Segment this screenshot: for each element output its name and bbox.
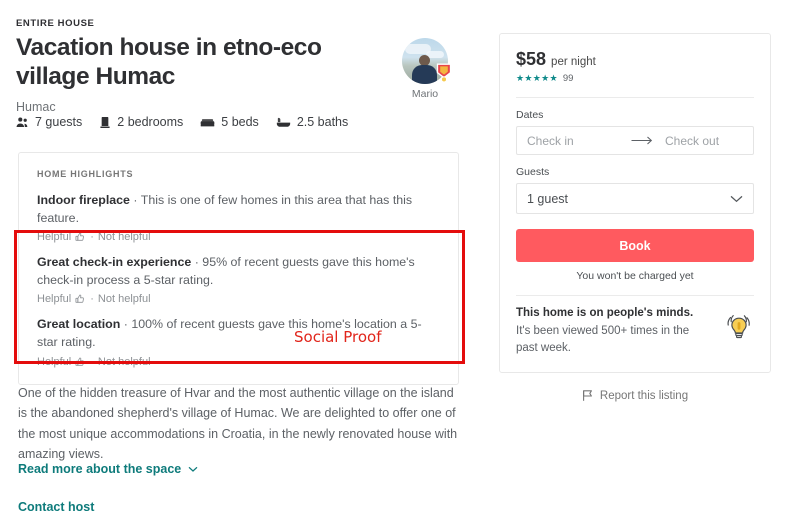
dates-label: Dates: [516, 109, 544, 121]
highlight-text: Great check-in experience · 95% of recen…: [37, 254, 440, 289]
fact-beds: 5 beds: [200, 115, 259, 129]
fact-label: 2.5 baths: [296, 115, 349, 129]
book-button[interactable]: Book: [516, 229, 754, 262]
guests-label: Guests: [516, 166, 550, 178]
highlight-item: Great check-in experience · 95% of recen…: [37, 254, 440, 305]
highlight-feedback: Helpful · Not helpful: [37, 356, 440, 368]
guests-icon: [16, 116, 29, 129]
booking-card: $58 per night ★★★★★ 99 Dates Check in Ch…: [499, 33, 771, 374]
not-helpful-button[interactable]: Not helpful: [98, 356, 151, 368]
host-name: Mario: [411, 88, 439, 100]
feedback-separator: ·: [90, 293, 94, 306]
guests-selected-value: 1 guest: [527, 191, 569, 206]
price-row: $58 per night: [516, 49, 754, 70]
host-block[interactable]: Mario: [396, 38, 454, 100]
date-range-input[interactable]: Check in Check out: [516, 126, 754, 155]
listing-locality: Humac: [16, 100, 56, 115]
highlight-separator: ·: [191, 255, 203, 270]
report-listing-label: Report this listing: [599, 389, 689, 402]
fact-guests: 7 guests: [16, 115, 82, 129]
highlight-item: Indoor fireplace · This is one of few ho…: [37, 192, 440, 243]
divider: [516, 295, 754, 296]
listing-page: ENTIRE HOUSE Vacation house in etno-eco …: [0, 0, 789, 524]
flag-icon: [582, 389, 594, 402]
divider: [516, 97, 754, 98]
feedback-separator: ·: [90, 231, 94, 244]
listing-facts: 7 guests 2 bedrooms 5 beds 2.5 baths: [16, 115, 365, 129]
star-rating-icon: ★★★★★: [516, 73, 558, 83]
guests-select[interactable]: 1 guest: [516, 183, 754, 214]
highlight-feedback: Helpful · Not helpful: [37, 231, 440, 243]
popularity-title: This home is on people's minds.: [516, 307, 694, 319]
not-helpful-button[interactable]: Not helpful: [98, 293, 151, 305]
fact-label: 2 bedrooms: [117, 115, 184, 129]
fact-bedrooms: 2 bedrooms: [99, 115, 183, 129]
highlight-separator: ·: [129, 193, 141, 207]
helpful-button[interactable]: Helpful: [37, 231, 71, 243]
home-highlights-card: HOME HIGHLIGHTS Indoor fireplace · This …: [18, 152, 459, 385]
fact-label: 7 guests: [35, 115, 83, 129]
thumbs-up-icon[interactable]: [75, 294, 85, 304]
highlight-text: Indoor fireplace · This is one of few ho…: [37, 192, 440, 227]
popularity-text: This home is on people's minds. It's bee…: [516, 307, 702, 356]
read-more-label: Read more about the space: [18, 462, 182, 476]
listing-type-kicker: ENTIRE HOUSE: [16, 18, 95, 29]
feedback-separator: ·: [90, 355, 94, 368]
arrow-right-icon: [631, 136, 653, 145]
helpful-button[interactable]: Helpful: [37, 293, 71, 305]
highlight-separator: ·: [120, 317, 132, 332]
fact-baths: 2.5 baths: [276, 115, 348, 129]
social-proof-annotation-label: Social Proof: [294, 328, 382, 346]
bedrooms-icon: [99, 116, 111, 129]
highlight-title: Great check-in experience: [37, 255, 192, 270]
chevron-down-icon: [730, 195, 743, 203]
popularity-subtitle: It's been viewed 500+ times in the past …: [516, 325, 690, 354]
page-title: Vacation house in etno-eco village Humac: [16, 34, 322, 90]
superhost-badge-icon: [435, 63, 453, 83]
rating-row[interactable]: ★★★★★ 99: [516, 73, 754, 84]
fact-label: 5 beds: [221, 115, 259, 129]
report-listing-link[interactable]: Report this listing: [499, 389, 771, 402]
review-count: 99: [562, 73, 574, 84]
helpful-button[interactable]: Helpful: [37, 356, 71, 368]
highlight-title: Great location: [37, 317, 121, 332]
highlight-title: Indoor fireplace: [37, 193, 130, 207]
beds-icon: [200, 116, 215, 129]
avatar[interactable]: [402, 38, 452, 84]
popularity-notice: This home is on people's minds. It's bee…: [516, 307, 754, 356]
price-amount: $58: [516, 49, 547, 69]
price-unit: per night: [551, 56, 596, 68]
check-in-input[interactable]: Check in: [527, 134, 631, 148]
highlight-feedback: Helpful · Not helpful: [37, 293, 440, 305]
read-more-link[interactable]: Read more about the space: [18, 462, 198, 476]
chevron-down-icon: [188, 466, 198, 473]
listing-description: One of the hidden treasure of Hvar and t…: [18, 386, 458, 461]
charge-note: You won't be charged yet: [576, 270, 694, 282]
not-helpful-button[interactable]: Not helpful: [98, 231, 151, 243]
check-out-input[interactable]: Check out: [665, 134, 719, 148]
home-highlights-title: HOME HIGHLIGHTS: [37, 169, 134, 179]
lightbulb-icon: [724, 311, 754, 348]
contact-host-link[interactable]: Contact host: [18, 500, 94, 514]
thumbs-up-icon[interactable]: [75, 357, 85, 367]
baths-icon: [276, 116, 291, 129]
thumbs-up-icon[interactable]: [75, 232, 85, 242]
